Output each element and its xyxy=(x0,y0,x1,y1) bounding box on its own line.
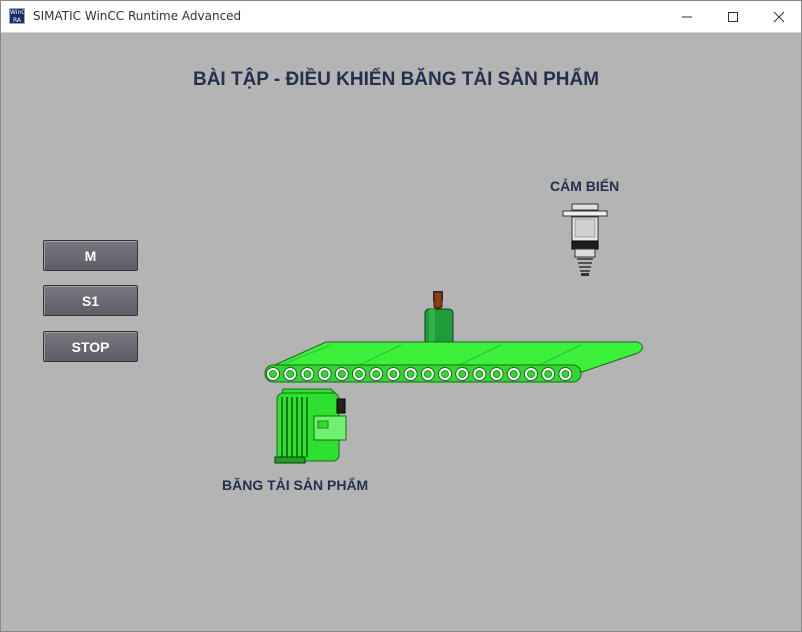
roller-hub xyxy=(509,370,518,378)
process-graphics xyxy=(264,203,643,464)
window-title: SIMATIC WinCC Runtime Advanced xyxy=(33,9,242,23)
roller-hub xyxy=(458,370,467,378)
proximity-sensor-icon xyxy=(562,203,608,276)
hmi-screen: BÀI TẬP - ĐIỀU KHIỂN BĂNG TẢI SẢN PHẨM C… xyxy=(1,33,801,631)
roller-hub xyxy=(320,370,329,378)
roller-hub xyxy=(544,370,553,378)
roller-hub xyxy=(389,370,398,378)
roller-hub xyxy=(372,370,381,378)
roller-hub xyxy=(441,370,449,378)
roller-hub xyxy=(406,370,415,378)
roller-hub xyxy=(355,370,363,378)
minimize-button[interactable] xyxy=(664,1,710,32)
close-icon xyxy=(773,11,785,22)
conveyor-belt xyxy=(264,341,643,383)
roller-hub xyxy=(303,370,312,378)
roller-hub xyxy=(475,370,484,378)
motor-icon xyxy=(274,388,347,464)
wincc-runtime-window: WinCC RA SIMATIC WinCC Runtime Advanced … xyxy=(0,0,802,632)
roller-hub xyxy=(337,370,346,378)
roller-hub xyxy=(527,370,535,378)
roller-hub xyxy=(561,370,570,378)
roller-hub xyxy=(269,370,277,378)
wincc-app-icon: WinCC RA xyxy=(9,8,25,24)
title-bar[interactable]: WinCC RA SIMATIC WinCC Runtime Advanced xyxy=(1,1,801,33)
minimize-icon xyxy=(682,16,692,17)
roller-hub xyxy=(492,370,501,378)
maximize-button[interactable] xyxy=(710,1,756,32)
maximize-icon xyxy=(728,11,738,22)
roller-hub xyxy=(286,370,295,378)
close-button[interactable] xyxy=(756,1,802,32)
roller-hub xyxy=(423,370,432,378)
